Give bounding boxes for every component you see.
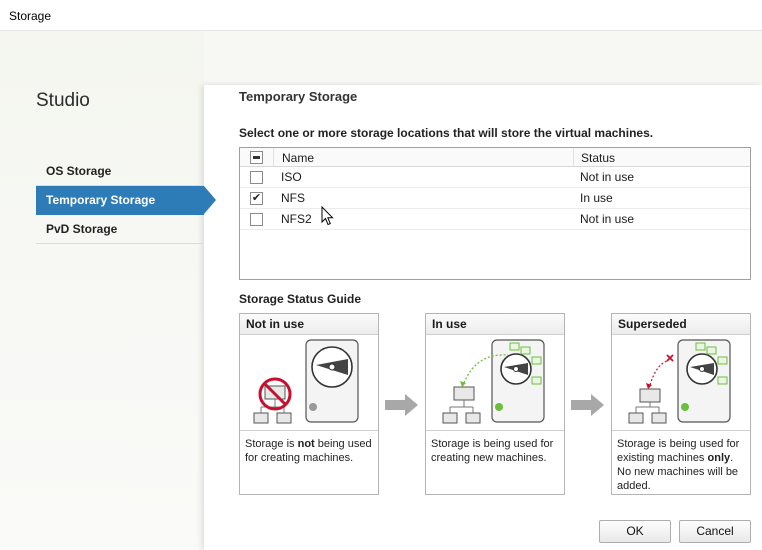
guide-card-title: Superseded (612, 314, 750, 335)
guide-card-title: Not in use (240, 314, 378, 335)
guide-card-illustration (426, 335, 564, 431)
guide-title: Storage Status Guide (239, 292, 362, 306)
guide-card-in-use: In use Storage is being used for creatin… (425, 313, 565, 495)
arrow-right-icon (385, 394, 418, 416)
table-row[interactable]: NFS2 Not in use (240, 209, 750, 230)
instruction-text: Select one or more storage locations tha… (239, 126, 654, 140)
guide-card-illustration (612, 335, 750, 431)
description-emphasis: only (707, 452, 731, 464)
select-all-checkbox[interactable] (250, 151, 263, 164)
row-name: ISO (281, 170, 302, 184)
description-part: Storage is being used for creating new m… (431, 438, 554, 464)
guide-card-not-in-use: Not in use Storage is not being used for… (239, 313, 379, 495)
studio-brand: Studio (36, 90, 90, 111)
storage-in-use-icon (442, 339, 545, 424)
sidebar-item-pvd-storage[interactable]: PvD Storage (36, 215, 204, 244)
cancel-button[interactable]: Cancel (679, 520, 751, 543)
sidebar-item-temporary-storage[interactable]: Temporary Storage (36, 186, 216, 215)
row-status: Not in use (580, 212, 635, 226)
guide-card-description: Storage is being used for existing machi… (612, 431, 750, 493)
sidebar-background (0, 31, 204, 550)
guide-card-description: Storage is being used for creating new m… (426, 431, 564, 465)
sidebar-item-os-storage[interactable]: OS Storage (36, 157, 204, 186)
arrow-right-icon (571, 394, 604, 416)
row-status: Not in use (580, 170, 635, 184)
column-header-name[interactable]: Name (273, 148, 573, 166)
sidebar-item-label: Temporary Storage (46, 193, 156, 207)
description-part: Storage is (245, 438, 298, 450)
table-row[interactable]: ISO Not in use (240, 167, 750, 188)
window-title: Storage (9, 9, 52, 23)
table-row[interactable]: ✔ NFS In use (240, 188, 750, 209)
row-status: In use (580, 191, 613, 205)
column-header-status[interactable]: Status (573, 148, 751, 166)
sidebar-nav: OS Storage Temporary Storage PvD Storage (36, 157, 216, 244)
guide-card-title: In use (426, 314, 564, 335)
row-checkbox[interactable] (250, 171, 263, 184)
ok-button[interactable]: OK (599, 520, 671, 543)
mouse-cursor-icon (321, 206, 334, 226)
header-check-cell (240, 148, 273, 166)
row-check-cell (240, 167, 273, 187)
row-checkbox[interactable]: ✔ (250, 192, 263, 205)
storage-superseded-icon (628, 339, 731, 424)
row-checkbox[interactable] (250, 213, 263, 226)
storage-not-in-use-icon (253, 339, 359, 424)
row-name: NFS2 (281, 212, 312, 226)
row-check-cell (240, 209, 273, 229)
title-bar: Storage (0, 0, 762, 31)
guide-card-superseded: Superseded Storage is being used for exi… (611, 313, 751, 495)
page-title: Temporary Storage (239, 89, 358, 104)
storage-table: Name Status ISO Not in use ✔ NFS In use … (239, 147, 751, 280)
row-check-cell: ✔ (240, 188, 273, 208)
guide-card-illustration (240, 335, 378, 431)
guide-card-description: Storage is not being used for creating m… (240, 431, 378, 465)
description-emphasis: not (297, 438, 315, 450)
sidebar-item-label: PvD Storage (46, 222, 118, 236)
table-header: Name Status (240, 148, 750, 167)
row-name: NFS (281, 191, 305, 205)
sidebar-item-label: OS Storage (46, 164, 112, 178)
